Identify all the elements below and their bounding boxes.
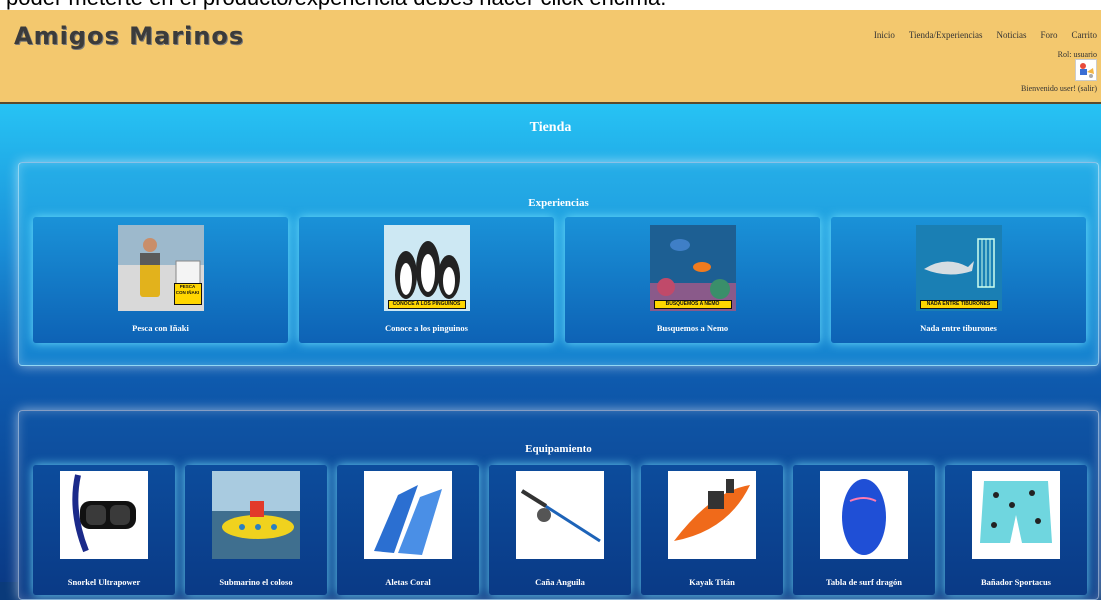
nav-noticias[interactable]: Noticias xyxy=(996,30,1026,40)
product-card-banador[interactable]: Bañador Sportacus xyxy=(945,465,1087,595)
nav-tienda-experiencias[interactable]: Tienda/Experiencias xyxy=(909,30,983,40)
product-name: Aletas Coral xyxy=(385,577,431,587)
product-card-tabla[interactable]: Tabla de surf dragón xyxy=(793,465,935,595)
equipment-section: Equipamiento Snorkel Ultrapower Submarin… xyxy=(18,410,1099,600)
product-card-snorkel[interactable]: Snorkel Ultrapower xyxy=(33,465,175,595)
product-name: Snorkel Ultrapower xyxy=(67,577,141,587)
site-logo[interactable]: Amigos Marinos xyxy=(14,22,244,50)
product-name: Tabla de surf dragón xyxy=(826,577,902,587)
experiences-title: Experiencias xyxy=(528,197,589,209)
instruction-caption: poder meterte en el producto/experiencia… xyxy=(0,0,1101,10)
experience-banner: BUSQUEMOS A NEMO xyxy=(653,300,732,309)
product-card-kayak[interactable]: Kayak Titán xyxy=(641,465,783,595)
experience-image-nemo: BUSQUEMOS A NEMO xyxy=(649,225,736,311)
experience-card-tiburones[interactable]: NADA ENTRE TIBURONES Nada entre tiburone… xyxy=(831,217,1086,343)
experience-card-pesca[interactable]: PESCA CON IÑAKI Pesca con Iñaki xyxy=(33,217,288,343)
snorkel-mask-icon xyxy=(60,471,148,559)
main-nav: Inicio Tienda/Experiencias Noticias Foro… xyxy=(874,30,1097,40)
experience-name: Conoce a los pinguinos xyxy=(385,323,468,333)
kayak-icon xyxy=(668,471,756,559)
swim-shorts-icon xyxy=(972,471,1060,559)
nav-carrito[interactable]: Carrito xyxy=(1072,30,1098,40)
product-card-aletas[interactable]: Aletas Coral xyxy=(337,465,479,595)
experience-name: Nada entre tiburones xyxy=(920,323,997,333)
nav-inicio[interactable]: Inicio xyxy=(874,30,895,40)
experience-image-pinguinos: CONOCE A LOS PINGÜINOS xyxy=(383,225,470,311)
user-avatar-icon xyxy=(1080,63,1094,78)
fishing-rod-icon xyxy=(516,471,604,559)
experience-image-tiburones: NADA ENTRE TIBURONES xyxy=(915,225,1002,311)
user-role: Rol: usuario xyxy=(1057,50,1097,59)
site-header: Amigos Marinos Inicio Tienda/Experiencia… xyxy=(0,0,1101,104)
experience-banner: CONOCE A LOS PINGÜINOS xyxy=(387,300,466,309)
product-name: Submarino el coloso xyxy=(219,577,293,587)
product-name: Caña Anguila xyxy=(535,577,585,587)
product-name: Kayak Titán xyxy=(689,577,735,587)
welcome-logout-link[interactable]: Bienvenido user! (salir) xyxy=(1021,84,1097,93)
product-name: Bañador Sportacus xyxy=(981,577,1051,587)
surfboard-icon xyxy=(820,471,908,559)
page-title: Tienda xyxy=(529,120,572,135)
experience-banner: PESCA CON IÑAKI xyxy=(173,283,202,305)
product-card-submarino[interactable]: Submarino el coloso xyxy=(185,465,327,595)
experience-card-nemo[interactable]: BUSQUEMOS A NEMO Busquemos a Nemo xyxy=(565,217,820,343)
nav-foro[interactable]: Foro xyxy=(1040,30,1057,40)
equipment-title: Equipamiento xyxy=(525,443,592,455)
experiences-section: Experiencias PESCA CON IÑAKI Pesca con I… xyxy=(18,162,1099,366)
experience-banner: NADA ENTRE TIBURONES xyxy=(919,300,998,309)
submarine-icon xyxy=(212,471,300,559)
experience-name: Busquemos a Nemo xyxy=(656,323,729,333)
avatar[interactable] xyxy=(1075,59,1097,81)
fins-icon xyxy=(364,471,452,559)
experience-name: Pesca con Iñaki xyxy=(132,323,189,333)
experience-image-pesca: PESCA CON IÑAKI xyxy=(117,225,204,311)
main-content: Tienda Experiencias PESCA CON IÑAKI Pesc… xyxy=(0,104,1101,600)
experience-card-pinguinos[interactable]: CONOCE A LOS PINGÜINOS Conoce a los ping… xyxy=(299,217,554,343)
product-card-cana[interactable]: Caña Anguila xyxy=(489,465,631,595)
